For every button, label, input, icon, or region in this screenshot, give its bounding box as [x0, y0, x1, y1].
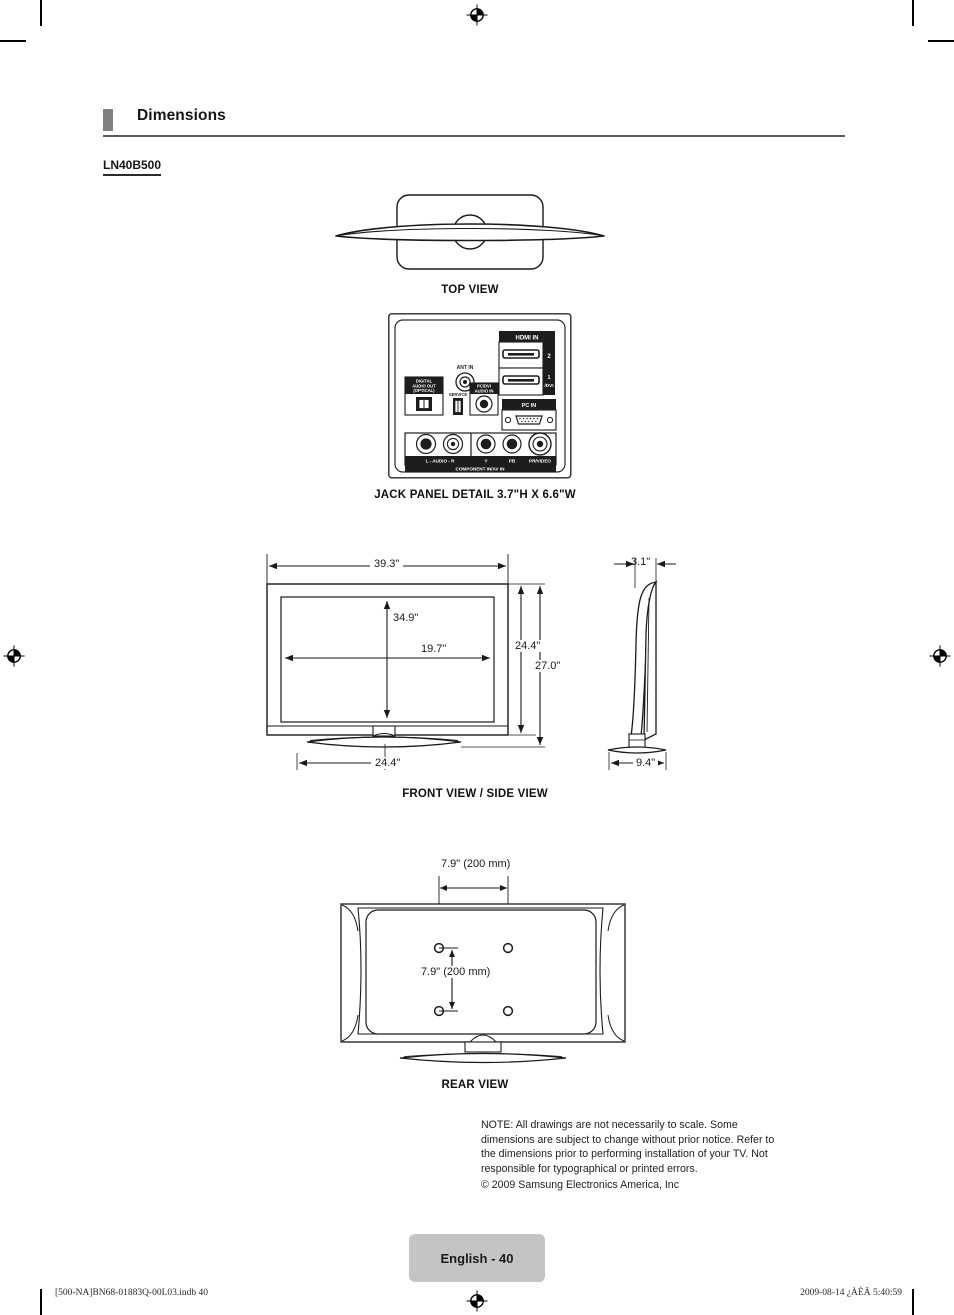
svg-text:(OPTICAL): (OPTICAL): [413, 388, 435, 393]
note-line-2: dimensions are subject to change without…: [481, 1133, 775, 1146]
disclaimer-note: NOTE: All drawings are not necessarily t…: [481, 1118, 831, 1193]
digital-audio-out-optical-jack: DIGITAL AUDIO OUT (OPTICAL): [404, 376, 444, 416]
dim-overall-width: 39.3": [370, 558, 404, 570]
caption-front-side-view: FRONT VIEW / SIDE VIEW: [402, 788, 548, 800]
svg-text:PR/VIDEO: PR/VIDEO: [529, 459, 551, 464]
model-name: LN40B500: [103, 158, 162, 176]
dim-vesa-horizontal: 7.9" (200 mm): [438, 858, 514, 870]
note-line-3: the dimensions prior to performing insta…: [481, 1148, 768, 1161]
dim-vesa-vertical: 7.9" (200 mm): [418, 966, 494, 978]
dim-panel-depth: 3.1": [631, 556, 651, 568]
hdmi-block: HDMI IN 2 1 /DVI: [498, 331, 555, 396]
section-accent-bar: [103, 109, 113, 131]
dim-stand-depth: 9.4": [633, 757, 659, 769]
side-view-drawing: [600, 548, 705, 778]
dim-screen-height: 19.7": [418, 643, 450, 655]
svg-text:HDMI IN: HDMI IN: [516, 335, 539, 341]
crop-mark-top-right-h: [928, 40, 954, 42]
svg-text:SERVICE: SERVICE: [449, 392, 468, 397]
svg-text:/DVI: /DVI: [545, 383, 554, 388]
pc-dvi-audio-in-jack: PC/DVI AUDIO IN: [469, 382, 499, 416]
front-view-drawing: [255, 548, 555, 778]
page-number-badge: English - 40: [409, 1234, 545, 1282]
manual-page: Dimensions LN40B500 TOP VIEW HDMI IN 2 1…: [0, 0, 954, 1315]
pc-in-jack: PC IN: [501, 399, 557, 431]
caption-top-view: TOP VIEW: [441, 284, 499, 296]
crop-mark-top-right-v: [912, 0, 914, 26]
svg-text:AUDIO IN: AUDIO IN: [475, 388, 494, 393]
svg-text:ANT IN: ANT IN: [457, 365, 474, 371]
section-divider: [103, 135, 845, 137]
copyright-line: © 2009 Samsung Electronics America, Inc: [481, 1179, 679, 1192]
registration-mark-bottom: [466, 1290, 488, 1312]
svg-text:PC IN: PC IN: [522, 403, 536, 409]
crop-mark-bottom-right-v: [912, 1289, 914, 1315]
section-header: Dimensions: [103, 107, 845, 137]
svg-text:PB: PB: [509, 459, 516, 464]
note-line-1: NOTE: All drawings are not necessarily t…: [481, 1119, 738, 1131]
svg-text:L - AUDIO - R: L - AUDIO - R: [426, 459, 456, 464]
svg-text:1: 1: [548, 375, 551, 381]
crop-mark-top-left-v: [40, 0, 42, 26]
caption-rear-view: REAR VIEW: [441, 1079, 509, 1091]
component-av-in-block: L - AUDIO - R Y PB PR/VIDEO COMPONENT IN…: [404, 432, 557, 472]
dim-total-height: 27.0": [532, 660, 564, 672]
jack-panel-drawing: HDMI IN 2 1 /DVI ANT IN DIGITAL AUDIO OU…: [388, 313, 572, 479]
crop-mark-top-left-h: [0, 40, 26, 42]
dim-screen-width: 34.9": [389, 612, 423, 624]
print-footer-left: [500-NA]BN68-01883Q-00L03.indb 40: [55, 1288, 209, 1298]
caption-jack-panel: JACK PANEL DETAIL 3.7"H X 6.6"W: [374, 489, 576, 501]
dim-panel-height: 24.4": [512, 640, 544, 652]
registration-mark-right: [929, 645, 951, 667]
registration-mark-top: [466, 4, 488, 26]
page-number-label: English - 40: [440, 1250, 514, 1266]
crop-mark-bottom-left-v: [40, 1289, 42, 1315]
svg-text:Y: Y: [484, 459, 487, 464]
registration-mark-left: [3, 645, 25, 667]
top-view-drawing: [330, 192, 610, 284]
note-line-4: responsible for typographical or printed…: [481, 1162, 698, 1175]
svg-text:COMPONENT IN/AV IN: COMPONENT IN/AV IN: [456, 466, 506, 471]
dim-stand-width: 24.4": [371, 757, 405, 769]
print-footer-right: 2009-08-14 ¿ÀÈÄ 5:40:59: [800, 1288, 902, 1298]
page-title: Dimensions: [137, 107, 226, 124]
